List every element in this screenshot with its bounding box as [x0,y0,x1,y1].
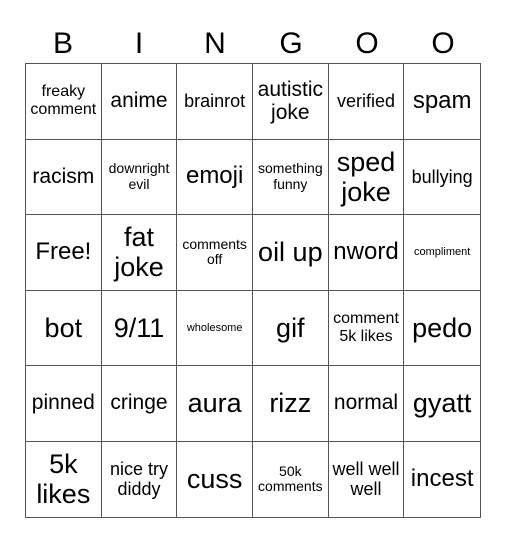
bingo-cell[interactable]: pinned [26,366,102,442]
bingo-cell[interactable]: racism [26,139,102,215]
bingo-cell[interactable]: rizz [252,366,329,442]
bingo-cell[interactable]: spam [404,64,480,140]
bingo-cell[interactable]: verified [328,64,405,140]
free-cell[interactable]: Free! [26,215,102,291]
bingo-cell[interactable]: anime [101,64,178,140]
bingo-cell[interactable]: nword [328,215,405,291]
bingo-cell[interactable]: 9/11 [101,290,178,366]
bingo-cell[interactable]: bullying [404,140,480,215]
bingo-cell[interactable]: incest [404,442,480,518]
bingo-cell[interactable]: gif [252,290,329,366]
bingo-cell[interactable]: compliment [404,215,480,291]
bingo-cell[interactable]: comments off [177,215,253,291]
bingo-cell[interactable]: freaky comment [26,64,102,140]
bingo-cell[interactable]: pedo [404,291,480,366]
bingo-cell[interactable]: autistic joke [252,64,329,140]
bingo-grid: freaky comment anime brainrot autistic j… [25,63,481,518]
header-letter-b: B [52,27,73,60]
bingo-cell[interactable]: cuss [177,441,253,517]
bingo-cell[interactable]: gyatt [404,366,480,442]
bingo-cell[interactable]: something funny [252,139,329,215]
header-letter-g: G [279,27,303,60]
header-letter-i: I [134,27,144,60]
header-letter-n: N [204,27,226,60]
bingo-cell[interactable]: downright evil [101,139,178,215]
header-letter-o: O [355,27,379,60]
bingo-cell[interactable]: comment 5k likes [328,290,405,366]
bingo-cell[interactable]: normal [328,366,405,442]
bingo-cell[interactable]: aura [177,366,253,442]
bingo-cell[interactable]: sped joke [328,139,405,215]
bingo-cell[interactable]: bot [26,290,102,366]
bingo-cell[interactable]: cringe [101,366,178,442]
bingo-cell[interactable]: nice try diddy [102,441,178,517]
bingo-cell[interactable]: wholesome [177,290,253,366]
bingo-cell[interactable]: 50k comments [253,441,329,517]
bingo-cell[interactable]: emoji [177,139,253,215]
bingo-cell[interactable]: oil up [252,215,329,291]
bingo-header: B I N G O O [25,26,481,62]
header-letter-o-2: O [431,27,455,60]
bingo-cell[interactable]: fat joke [101,215,178,291]
bingo-cell[interactable]: 5k likes [26,441,102,517]
bingo-cell[interactable]: brainrot [177,64,253,140]
bingo-cell[interactable]: well well well [329,441,405,517]
